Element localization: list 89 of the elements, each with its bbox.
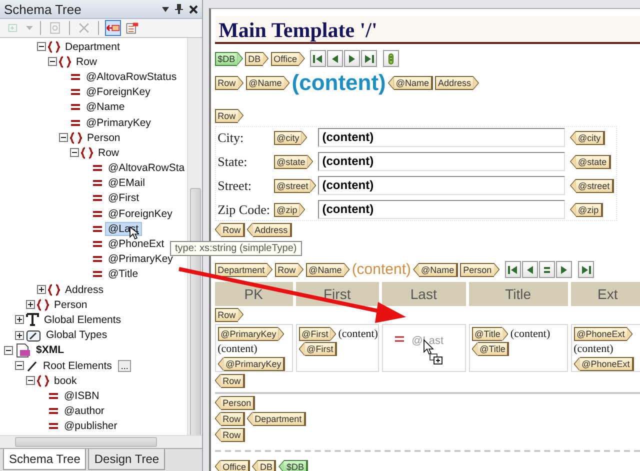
first-record-button[interactable] — [504, 261, 521, 278]
collapse-icon[interactable] — [48, 57, 57, 66]
content-field[interactable]: (content) — [318, 176, 565, 195]
tooltip: type: xs:string (simpleType) — [170, 241, 302, 256]
content-token: (content) — [510, 328, 550, 340]
attribute-icon — [394, 335, 404, 343]
tree-item[interactable]: @EMail — [106, 177, 147, 190]
collapse-icon[interactable] — [70, 148, 79, 158]
tree-item[interactable]: @PrimaryKey — [106, 253, 175, 266]
more-button[interactable]: ... — [118, 360, 132, 372]
column-header: Title — [468, 282, 568, 306]
element-icon — [59, 56, 71, 68]
column-header: Last — [382, 282, 466, 306]
tree-item[interactable]: Global Types — [44, 329, 110, 342]
tree-item[interactable]: Person — [52, 298, 90, 311]
element-icon — [48, 40, 60, 53]
document-icon — [48, 20, 62, 36]
panel-title: Schema Tree — [4, 2, 82, 16]
content-token: (content) — [352, 261, 412, 278]
reference-list-button[interactable] — [124, 20, 140, 36]
content-token: (content) — [218, 343, 258, 355]
tree-item[interactable]: @publisher — [62, 420, 120, 432]
collapse-icon[interactable] — [59, 133, 68, 142]
tree-item[interactable]: @ForeignKey — [84, 86, 152, 98]
expand-icon[interactable] — [37, 285, 46, 294]
element-icon — [48, 284, 60, 296]
element-icon — [81, 146, 93, 159]
dropdown-icon[interactable] — [162, 6, 169, 12]
field-label: City: — [218, 130, 245, 146]
element-icon — [37, 298, 49, 311]
content-token: (content) — [292, 72, 386, 94]
tree-item[interactable]: @Name — [84, 101, 127, 114]
content-token: (content) — [338, 328, 378, 340]
tree-item[interactable]: @Title — [106, 268, 140, 280]
tree-item[interactable]: @ForeignKey — [106, 208, 174, 220]
column-header: Ext — [570, 282, 640, 306]
expand-icon[interactable] — [15, 330, 24, 340]
collapse-icon[interactable] — [4, 346, 13, 355]
content-field[interactable]: (content) — [318, 152, 565, 171]
next-record-button[interactable] — [556, 261, 572, 278]
template-title: Main Template '/' — [218, 18, 378, 42]
tree-item[interactable]: @AltovaRowSta — [106, 162, 187, 174]
previous-record-button[interactable] — [522, 261, 538, 278]
pencil-box-icon — [26, 328, 41, 342]
last-record-button[interactable] — [578, 261, 594, 278]
tree-item[interactable]: $XML — [34, 344, 66, 356]
collapse-icon[interactable] — [37, 42, 46, 52]
panel-tab[interactable]: Schema Tree — [3, 449, 86, 470]
tree-item[interactable]: @First — [106, 192, 142, 204]
tree-item[interactable]: Row — [96, 146, 122, 159]
xml-document-icon — [15, 342, 31, 358]
tree-item[interactable]: @ISBN — [62, 390, 102, 402]
content-field[interactable]: (content) — [318, 200, 565, 219]
field-label: Zip Code: — [218, 202, 271, 218]
tree-item[interactable]: Address — [63, 284, 106, 296]
field-label: State: — [218, 154, 248, 170]
expand-icon[interactable] — [15, 315, 24, 324]
tree-item[interactable]: @AltovaRowStatus — [84, 70, 179, 83]
tree-item[interactable]: @author — [62, 405, 106, 418]
content-field[interactable]: (content) — [318, 128, 565, 147]
previous-record-button[interactable] — [326, 50, 343, 67]
tree-item[interactable]: Root Elements — [41, 360, 114, 372]
horizontal-scrollbar[interactable] — [0, 435, 202, 448]
query-button[interactable] — [382, 50, 399, 67]
pin-icon[interactable] — [174, 4, 183, 14]
tree-item[interactable]: Department — [63, 40, 122, 53]
equal-button[interactable] — [538, 261, 555, 278]
caret-icon — [26, 26, 33, 30]
field-label: Street: — [218, 178, 253, 194]
last-record-button[interactable] — [360, 50, 377, 67]
element-icon — [37, 374, 49, 387]
expand-icon[interactable] — [26, 300, 35, 310]
tree-item[interactable]: @PhoneExt — [106, 238, 166, 250]
first-record-button[interactable] — [310, 50, 326, 67]
panel-tab[interactable]: Design Tree — [88, 449, 166, 470]
collapse-icon[interactable] — [15, 361, 24, 370]
insert-reference-button[interactable] — [105, 20, 121, 36]
tree-item[interactable]: Row — [74, 56, 100, 68]
content-token: (content) — [574, 343, 614, 355]
text-t-icon — [26, 313, 39, 326]
next-record-button[interactable] — [344, 50, 360, 67]
tree-item[interactable]: book — [52, 374, 79, 387]
tree-item[interactable]: @PrimaryKey — [84, 116, 153, 129]
close-icon[interactable] — [188, 4, 198, 14]
element-icon — [70, 132, 82, 144]
tree-item[interactable]: Person — [85, 132, 122, 144]
tree-item[interactable]: Global Elements — [42, 314, 124, 326]
collapse-icon[interactable] — [26, 376, 35, 386]
slash-icon — [26, 360, 38, 372]
